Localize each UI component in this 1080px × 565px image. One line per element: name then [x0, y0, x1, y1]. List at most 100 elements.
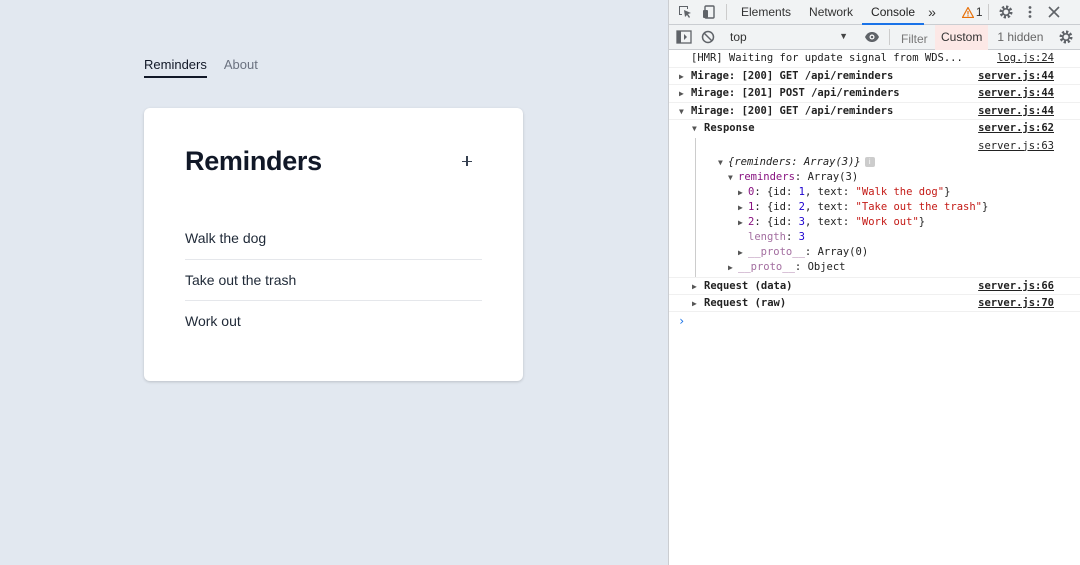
nav-link-about[interactable]: About	[224, 57, 258, 78]
devtools-tab-bar: Elements Network Console » 1	[669, 0, 1080, 25]
expand-triangle-icon[interactable]: ▶	[679, 68, 684, 85]
property-key: __proto__	[738, 261, 795, 273]
console-message: server.js:63	[695, 137, 1080, 155]
warnings-indicator[interactable]: 1	[961, 5, 983, 19]
clear-console-icon[interactable]	[696, 25, 720, 49]
property-value: Array(0)	[817, 246, 869, 258]
expand-triangle-icon[interactable]: ▶	[738, 200, 748, 215]
item-index: 1	[748, 201, 755, 213]
top-nav: Reminders About	[144, 57, 258, 78]
nav-link-reminders[interactable]: Reminders	[144, 57, 207, 78]
array-item[interactable]: ▶ 0: {id: 1, text: "Walk the dog"}	[718, 185, 1080, 200]
reminders-list: Walk the dog Take out the trash Work out	[185, 218, 482, 343]
expand-triangle-icon[interactable]: ▶	[738, 245, 748, 260]
message-text: Mirage: [200] GET /api/reminders	[691, 104, 894, 117]
console-prompt[interactable]: ›	[669, 312, 1080, 330]
object-proto[interactable]: ▶ __proto__: Object	[718, 260, 1080, 275]
kebab-menu-icon[interactable]	[1018, 0, 1042, 24]
tab-network[interactable]: Network	[800, 0, 862, 25]
console-message[interactable]: ▶ Mirage: [200] GET /api/reminders serve…	[669, 68, 1080, 85]
object-property[interactable]: ▼ reminders: Array(3)	[718, 170, 1080, 185]
source-link[interactable]: server.js:44	[978, 103, 1054, 120]
list-item[interactable]: Take out the trash	[185, 260, 482, 301]
expand-triangle-icon[interactable]: ▶	[738, 215, 748, 230]
item-index: 0	[748, 186, 755, 198]
message-text: Mirage: [200] GET /api/reminders	[691, 69, 894, 82]
console-message[interactable]: ▼ Mirage: [200] GET /api/reminders serve…	[669, 103, 1080, 120]
array-item[interactable]: ▶ 2: {id: 3, text: "Work out"}	[718, 215, 1080, 230]
object-root[interactable]: ▼ {reminders: Array(3)} i	[718, 155, 1080, 170]
devtools-panel: Elements Network Console » 1 top ▼ Filte…	[668, 0, 1080, 565]
console-toolbar: top ▼ Filter Custom 1 hidden	[669, 24, 1080, 50]
message-text: [HMR] Waiting for update signal from WDS…	[691, 52, 963, 64]
key-label: id	[773, 186, 786, 198]
collapse-triangle-icon[interactable]: ▼	[692, 120, 697, 137]
close-icon[interactable]	[1042, 0, 1066, 24]
list-item[interactable]: Work out	[185, 301, 482, 343]
item-id: 2	[798, 201, 805, 213]
key-label: text	[817, 216, 843, 228]
source-link[interactable]: log.js:24	[997, 50, 1054, 67]
hidden-count: 1 hidden	[997, 30, 1044, 44]
inspect-element-icon[interactable]	[673, 0, 697, 24]
console-group-request-data[interactable]: ▶ Request (data) server.js:66	[669, 277, 1080, 295]
console-group-request-raw[interactable]: ▶ Request (raw) server.js:70	[669, 295, 1080, 312]
item-text: "Walk the dog"	[855, 186, 945, 198]
toolbar-divider	[987, 4, 989, 20]
warning-icon	[961, 6, 974, 18]
tab-console[interactable]: Console	[862, 0, 925, 25]
list-item[interactable]: Walk the dog	[185, 218, 482, 260]
property-key: length	[748, 231, 786, 243]
console-message: [HMR] Waiting for update signal from WDS…	[669, 50, 1080, 68]
property-key: __proto__	[748, 246, 805, 258]
message-text: Mirage: [201] POST /api/reminders	[691, 87, 900, 99]
source-link[interactable]: server.js:44	[978, 68, 1054, 85]
source-link[interactable]: server.js:62	[978, 120, 1054, 137]
add-reminder-button[interactable]	[457, 151, 477, 171]
key-label: text	[817, 201, 843, 213]
source-link[interactable]: server.js:66	[978, 278, 1054, 295]
info-icon: i	[864, 157, 875, 167]
expand-triangle-icon[interactable]: ▶	[692, 295, 697, 312]
toolbar-divider	[889, 29, 890, 45]
expand-triangle-icon[interactable]: ▶	[692, 278, 697, 295]
array-length: length: 3	[748, 231, 805, 243]
collapse-triangle-icon[interactable]: ▼	[728, 170, 738, 185]
page-title: Reminders	[185, 146, 322, 176]
device-toolbar-icon[interactable]	[697, 0, 721, 24]
execution-context-select[interactable]: top ▼	[726, 27, 852, 47]
object-tree: ▼ {reminders: Array(3)} i ▼ reminders: Arra…	[695, 155, 1080, 277]
source-link[interactable]: server.js:63	[978, 138, 1054, 155]
dropdown-caret-icon: ▼	[839, 31, 848, 41]
console-message[interactable]: ▶ Mirage: [201] POST /api/reminders serv…	[669, 85, 1080, 103]
console-settings-gear-icon[interactable]	[1054, 25, 1078, 49]
more-tabs-icon[interactable]: »	[924, 0, 940, 25]
expand-triangle-icon[interactable]: ▶	[738, 185, 748, 200]
app-viewport: Reminders About Reminders Walk the dog T…	[0, 0, 668, 565]
eye-icon[interactable]	[860, 25, 884, 49]
property-value: Object	[807, 261, 846, 273]
source-link[interactable]: server.js:44	[978, 85, 1054, 102]
collapse-triangle-icon[interactable]: ▼	[679, 103, 684, 120]
property-value: 3	[798, 231, 805, 243]
key-label: id	[773, 201, 786, 213]
group-label: Response	[704, 122, 755, 134]
array-item[interactable]: ▶ 1: {id: 2, text: "Take out the trash"}	[718, 200, 1080, 215]
property-type: Array(3)	[807, 171, 859, 183]
source-link[interactable]: server.js:70	[978, 295, 1054, 312]
item-id: 1	[798, 186, 805, 198]
tab-elements[interactable]: Elements	[732, 0, 800, 25]
gear-icon[interactable]	[994, 0, 1018, 24]
expand-triangle-icon[interactable]: ▶	[679, 85, 684, 102]
console-output: [HMR] Waiting for update signal from WDS…	[669, 50, 1080, 330]
collapse-triangle-icon[interactable]: ▼	[718, 155, 728, 170]
filter-input[interactable]: Filter	[901, 25, 935, 50]
array-proto[interactable]: ▶ __proto__: Array(0)	[718, 245, 1080, 260]
console-group-response[interactable]: ▼ Response server.js:62	[669, 120, 1080, 138]
expand-triangle-icon[interactable]: ▶	[728, 260, 738, 275]
log-levels-dropdown[interactable]: Custom	[935, 24, 989, 50]
item-text: "Work out"	[855, 216, 919, 228]
item-text: "Take out the trash"	[855, 201, 982, 213]
sidebar-toggle-icon[interactable]	[672, 25, 696, 49]
context-value: top	[730, 30, 747, 44]
